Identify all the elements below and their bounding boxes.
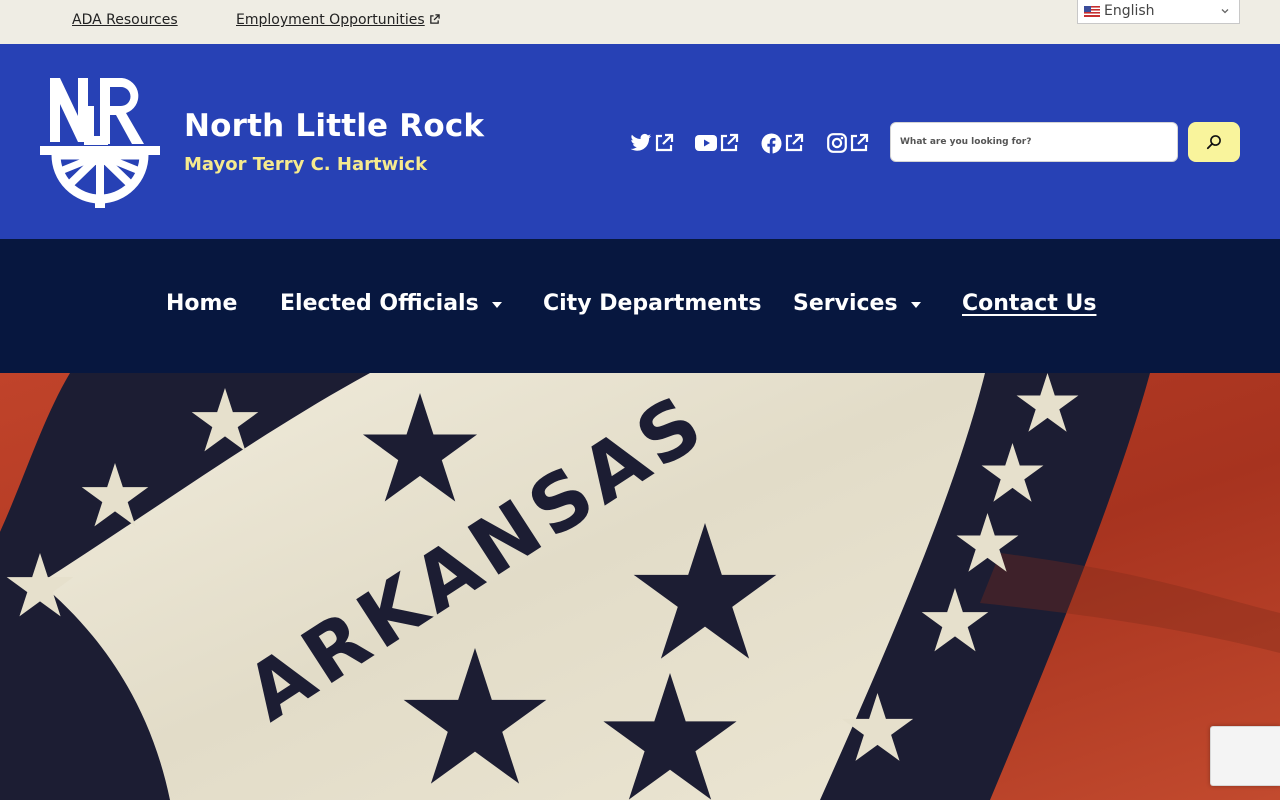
caret-down-icon bbox=[491, 301, 502, 308]
nav-item-label: Elected Officials bbox=[280, 291, 479, 316]
nav-item-label: Contact Us bbox=[962, 291, 1097, 316]
us-flag-icon bbox=[1084, 6, 1100, 17]
twitter-link[interactable] bbox=[630, 130, 674, 156]
site-header: North Little Rock Mayor Terry C. Hartwic… bbox=[0, 44, 1280, 239]
youtube-link[interactable] bbox=[695, 130, 739, 156]
nav-item-city-departments[interactable]: City Departments bbox=[543, 291, 761, 316]
external-link-icon bbox=[785, 133, 804, 152]
external-link-icon bbox=[720, 133, 739, 152]
facebook-icon bbox=[761, 133, 782, 154]
employment-opportunities-label: Employment Opportunities bbox=[236, 12, 425, 28]
utility-bar: ADA Resources Employment Opportunities E… bbox=[0, 0, 1280, 44]
site-subtitle: Mayor Terry C. Hartwick bbox=[184, 154, 428, 175]
nav-item-elected-officials[interactable]: Elected Officials bbox=[280, 291, 502, 316]
nav-item-contact-us[interactable]: Contact Us bbox=[962, 291, 1096, 316]
nav-item-services[interactable]: Services bbox=[793, 291, 921, 316]
search-button[interactable] bbox=[1188, 122, 1240, 162]
search-icon bbox=[1206, 135, 1221, 150]
nlr-logo[interactable] bbox=[40, 76, 160, 208]
ada-resources-link[interactable]: ADA Resources bbox=[72, 12, 178, 28]
recaptcha-badge[interactable] bbox=[1210, 726, 1280, 786]
twitter-icon bbox=[630, 133, 652, 151]
employment-opportunities-link[interactable]: Employment Opportunities bbox=[236, 12, 440, 28]
arkansas-flag-image: ARKANSAS bbox=[0, 373, 1280, 800]
nav-item-label: Home bbox=[166, 291, 238, 316]
nav-item-label: Services bbox=[793, 291, 898, 316]
hero-image: ARKANSAS bbox=[0, 373, 1280, 800]
main-navigation: Home Elected Officials City Departments … bbox=[0, 239, 1280, 373]
instagram-icon bbox=[827, 133, 847, 153]
language-select[interactable]: English bbox=[1077, 0, 1240, 24]
external-link-icon bbox=[850, 133, 869, 152]
language-label: English bbox=[1104, 3, 1155, 19]
search-input[interactable] bbox=[890, 122, 1178, 162]
youtube-icon bbox=[695, 135, 717, 151]
external-link-icon bbox=[429, 14, 440, 24]
caret-down-icon bbox=[910, 301, 921, 308]
instagram-link[interactable] bbox=[827, 130, 869, 156]
site-title[interactable]: North Little Rock bbox=[184, 108, 484, 144]
nav-item-label: City Departments bbox=[543, 291, 762, 316]
facebook-link[interactable] bbox=[761, 130, 804, 156]
chevron-down-icon bbox=[1221, 9, 1229, 14]
external-link-icon bbox=[655, 133, 674, 152]
nav-item-home[interactable]: Home bbox=[166, 291, 237, 316]
